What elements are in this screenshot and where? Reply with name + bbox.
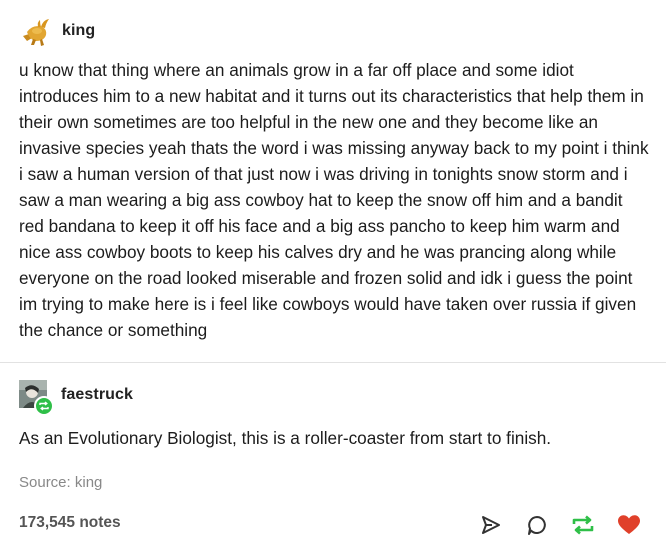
source-link[interactable]: Source: king	[19, 474, 102, 491]
op-avatar[interactable]	[19, 14, 53, 48]
op-header: king	[19, 14, 95, 48]
reply-button[interactable]	[524, 512, 550, 538]
notes-count[interactable]: 173,545 notes	[19, 514, 121, 532]
reblog-icon	[39, 401, 49, 411]
reblog-badge	[34, 396, 54, 416]
reply-icon	[528, 516, 546, 535]
divider	[0, 362, 666, 363]
op-post-text: u know that thing where an animals grow …	[19, 60, 649, 340]
like-button[interactable]	[616, 512, 642, 538]
reblog-icon	[572, 515, 594, 535]
golden-bull-icon	[23, 19, 49, 46]
reply-header: faestruck	[19, 380, 133, 416]
like-icon	[618, 515, 640, 534]
reply-text: As an Evolutionary Biologist, this is a …	[19, 428, 552, 448]
share-button[interactable]	[478, 512, 504, 538]
reblog-button[interactable]	[570, 512, 596, 538]
reply-username[interactable]: faestruck	[61, 386, 133, 404]
op-username[interactable]: king	[62, 22, 95, 40]
share-icon	[482, 516, 500, 534]
reply-avatar[interactable]	[19, 380, 54, 416]
post-actions	[478, 512, 642, 538]
